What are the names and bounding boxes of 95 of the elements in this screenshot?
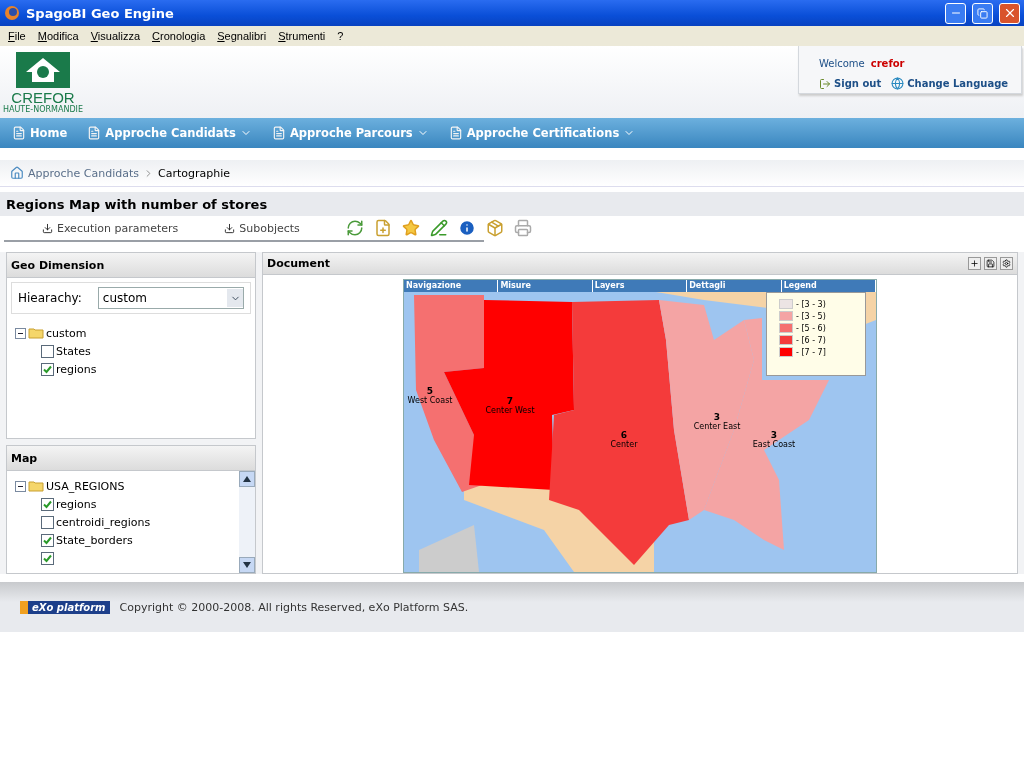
star-icon bbox=[401, 219, 420, 237]
add-document-icon bbox=[373, 219, 392, 237]
minus-box-icon[interactable] bbox=[15, 327, 26, 339]
menu-item[interactable]: Strumenti bbox=[272, 30, 332, 42]
menu-item[interactable]: Modifica bbox=[31, 30, 85, 42]
document-icon bbox=[87, 126, 102, 140]
map-panel-tab[interactable]: Navigazione bbox=[404, 280, 499, 292]
minimize-button[interactable] bbox=[945, 2, 966, 24]
down-arrow-icon[interactable] bbox=[243, 562, 251, 568]
folder-icon bbox=[28, 480, 44, 492]
menu-item[interactable]: Cronologia bbox=[146, 30, 212, 42]
panel-header: Document bbox=[263, 253, 1017, 275]
region-name: Center West bbox=[485, 406, 535, 415]
settings-icon bbox=[1002, 259, 1011, 268]
map-region[interactable] bbox=[549, 300, 689, 565]
minus-box-icon[interactable] bbox=[15, 480, 26, 492]
user-name: crefor bbox=[870, 58, 905, 69]
save-button[interactable] bbox=[984, 257, 997, 270]
add-button[interactable] bbox=[968, 257, 981, 270]
copyright-text: Copyright © 2000-2008. All rights Reserved, eXo Platform SAS. bbox=[119, 600, 469, 614]
menu-item[interactable]: File bbox=[2, 30, 32, 42]
restore-icon bbox=[977, 7, 988, 19]
tree-node[interactable]: centroidi_regions bbox=[56, 515, 151, 529]
home-icon bbox=[10, 166, 24, 180]
tree-node[interactable]: USA_REGIONS bbox=[46, 479, 125, 493]
legend-label: - [3 - 3) bbox=[796, 299, 826, 309]
tree-node[interactable]: custom bbox=[46, 326, 87, 340]
logo-emblem bbox=[14, 50, 72, 90]
region-value: 7 bbox=[506, 396, 514, 406]
breadcrumb-link[interactable]: Approche Candidats bbox=[28, 166, 139, 180]
region-value: 6 bbox=[620, 430, 628, 440]
info-icon bbox=[457, 219, 476, 237]
legend-label: - [3 - 5) bbox=[796, 311, 826, 321]
panel-header: Geo Dimension bbox=[7, 253, 255, 278]
footer-logo: eXo platform bbox=[20, 600, 110, 614]
tree-node[interactable]: States bbox=[56, 344, 91, 358]
checkbox[interactable] bbox=[41, 497, 54, 511]
field-label: Hiearachy: bbox=[18, 291, 82, 305]
page-title: Regions Map with number of stores bbox=[0, 192, 1024, 216]
document-icon bbox=[12, 126, 26, 140]
tree-node[interactable]: State_borders bbox=[56, 533, 133, 547]
legend-label: - [5 - 6) bbox=[796, 323, 826, 333]
checkbox[interactable] bbox=[41, 551, 54, 565]
region-name: Center bbox=[610, 440, 638, 449]
plus-icon bbox=[970, 259, 979, 268]
region-value: 3 bbox=[770, 430, 778, 440]
package-icon bbox=[485, 219, 504, 237]
scrollbar[interactable] bbox=[239, 471, 255, 573]
folder-icon bbox=[28, 327, 44, 339]
checkbox[interactable] bbox=[41, 533, 54, 547]
checkbox[interactable] bbox=[41, 515, 54, 529]
map-view[interactable]: Navigazione Misure Layers Dettagli Legend - [3 - 3) - [3 - 5) - [5 - 6) - [6 - 7) - [7 - 7] 5 West Coast 7 Center West 6 Center 3 Center East 3 East Coast bbox=[403, 279, 877, 573]
exit-icon bbox=[819, 77, 831, 90]
map-panel-tab[interactable]: Layers bbox=[592, 280, 688, 292]
window-title: SpagoBI Geo Engine bbox=[26, 5, 175, 21]
toolbar-tab[interactable]: Subobjects bbox=[224, 221, 300, 235]
menu-item[interactable]: Segnalibri bbox=[211, 30, 273, 42]
tree-node[interactable]: regions bbox=[56, 497, 97, 511]
sign-out-link[interactable]: Sign out bbox=[819, 77, 882, 90]
region-name: West Coast bbox=[407, 396, 453, 405]
region-name: Center East bbox=[693, 422, 741, 431]
download-icon bbox=[224, 222, 236, 234]
menu-item[interactable]: Visualizza bbox=[84, 30, 147, 42]
menu-item[interactable]: ? bbox=[331, 30, 350, 42]
close-button[interactable] bbox=[999, 2, 1020, 24]
toolbar-button[interactable] bbox=[429, 217, 448, 239]
document-icon bbox=[271, 126, 286, 140]
up-arrow-icon[interactable] bbox=[243, 476, 251, 482]
document-icon bbox=[448, 126, 463, 140]
browser-icon bbox=[4, 5, 20, 21]
toolbar-tab[interactable]: Execution parameters bbox=[42, 221, 179, 235]
panel-header: Map bbox=[7, 446, 255, 471]
change-language-link[interactable]: Change Language bbox=[891, 77, 1009, 90]
pencil-icon bbox=[429, 219, 448, 237]
logo-text: CREFOR bbox=[11, 90, 75, 105]
hierarchy-dropdown[interactable]: custom bbox=[97, 287, 244, 309]
tree-node[interactable]: regions bbox=[56, 362, 97, 376]
breadcrumb-link[interactable]: Cartographie bbox=[158, 166, 230, 180]
legend-label: - [7 - 7] bbox=[796, 347, 826, 357]
checkbox[interactable] bbox=[41, 344, 54, 358]
welcome-label: Welcome bbox=[819, 58, 865, 69]
globe-icon bbox=[891, 77, 905, 90]
refresh-icon bbox=[345, 219, 364, 237]
restore-button[interactable] bbox=[972, 2, 993, 24]
download-icon bbox=[42, 222, 53, 234]
logo-subtitle: HAUTE-NORMANDIE bbox=[3, 105, 83, 114]
checkbox[interactable] bbox=[41, 362, 54, 376]
printer-icon bbox=[513, 219, 532, 237]
save-icon bbox=[986, 259, 995, 268]
region-name: East Coast bbox=[752, 440, 796, 449]
settings-button[interactable] bbox=[1000, 257, 1013, 270]
map-panel-tab[interactable]: Misure bbox=[498, 280, 593, 292]
region-value: 3 bbox=[713, 412, 721, 422]
legend-label: - [6 - 7) bbox=[796, 335, 826, 345]
region-value: 5 bbox=[426, 386, 434, 396]
